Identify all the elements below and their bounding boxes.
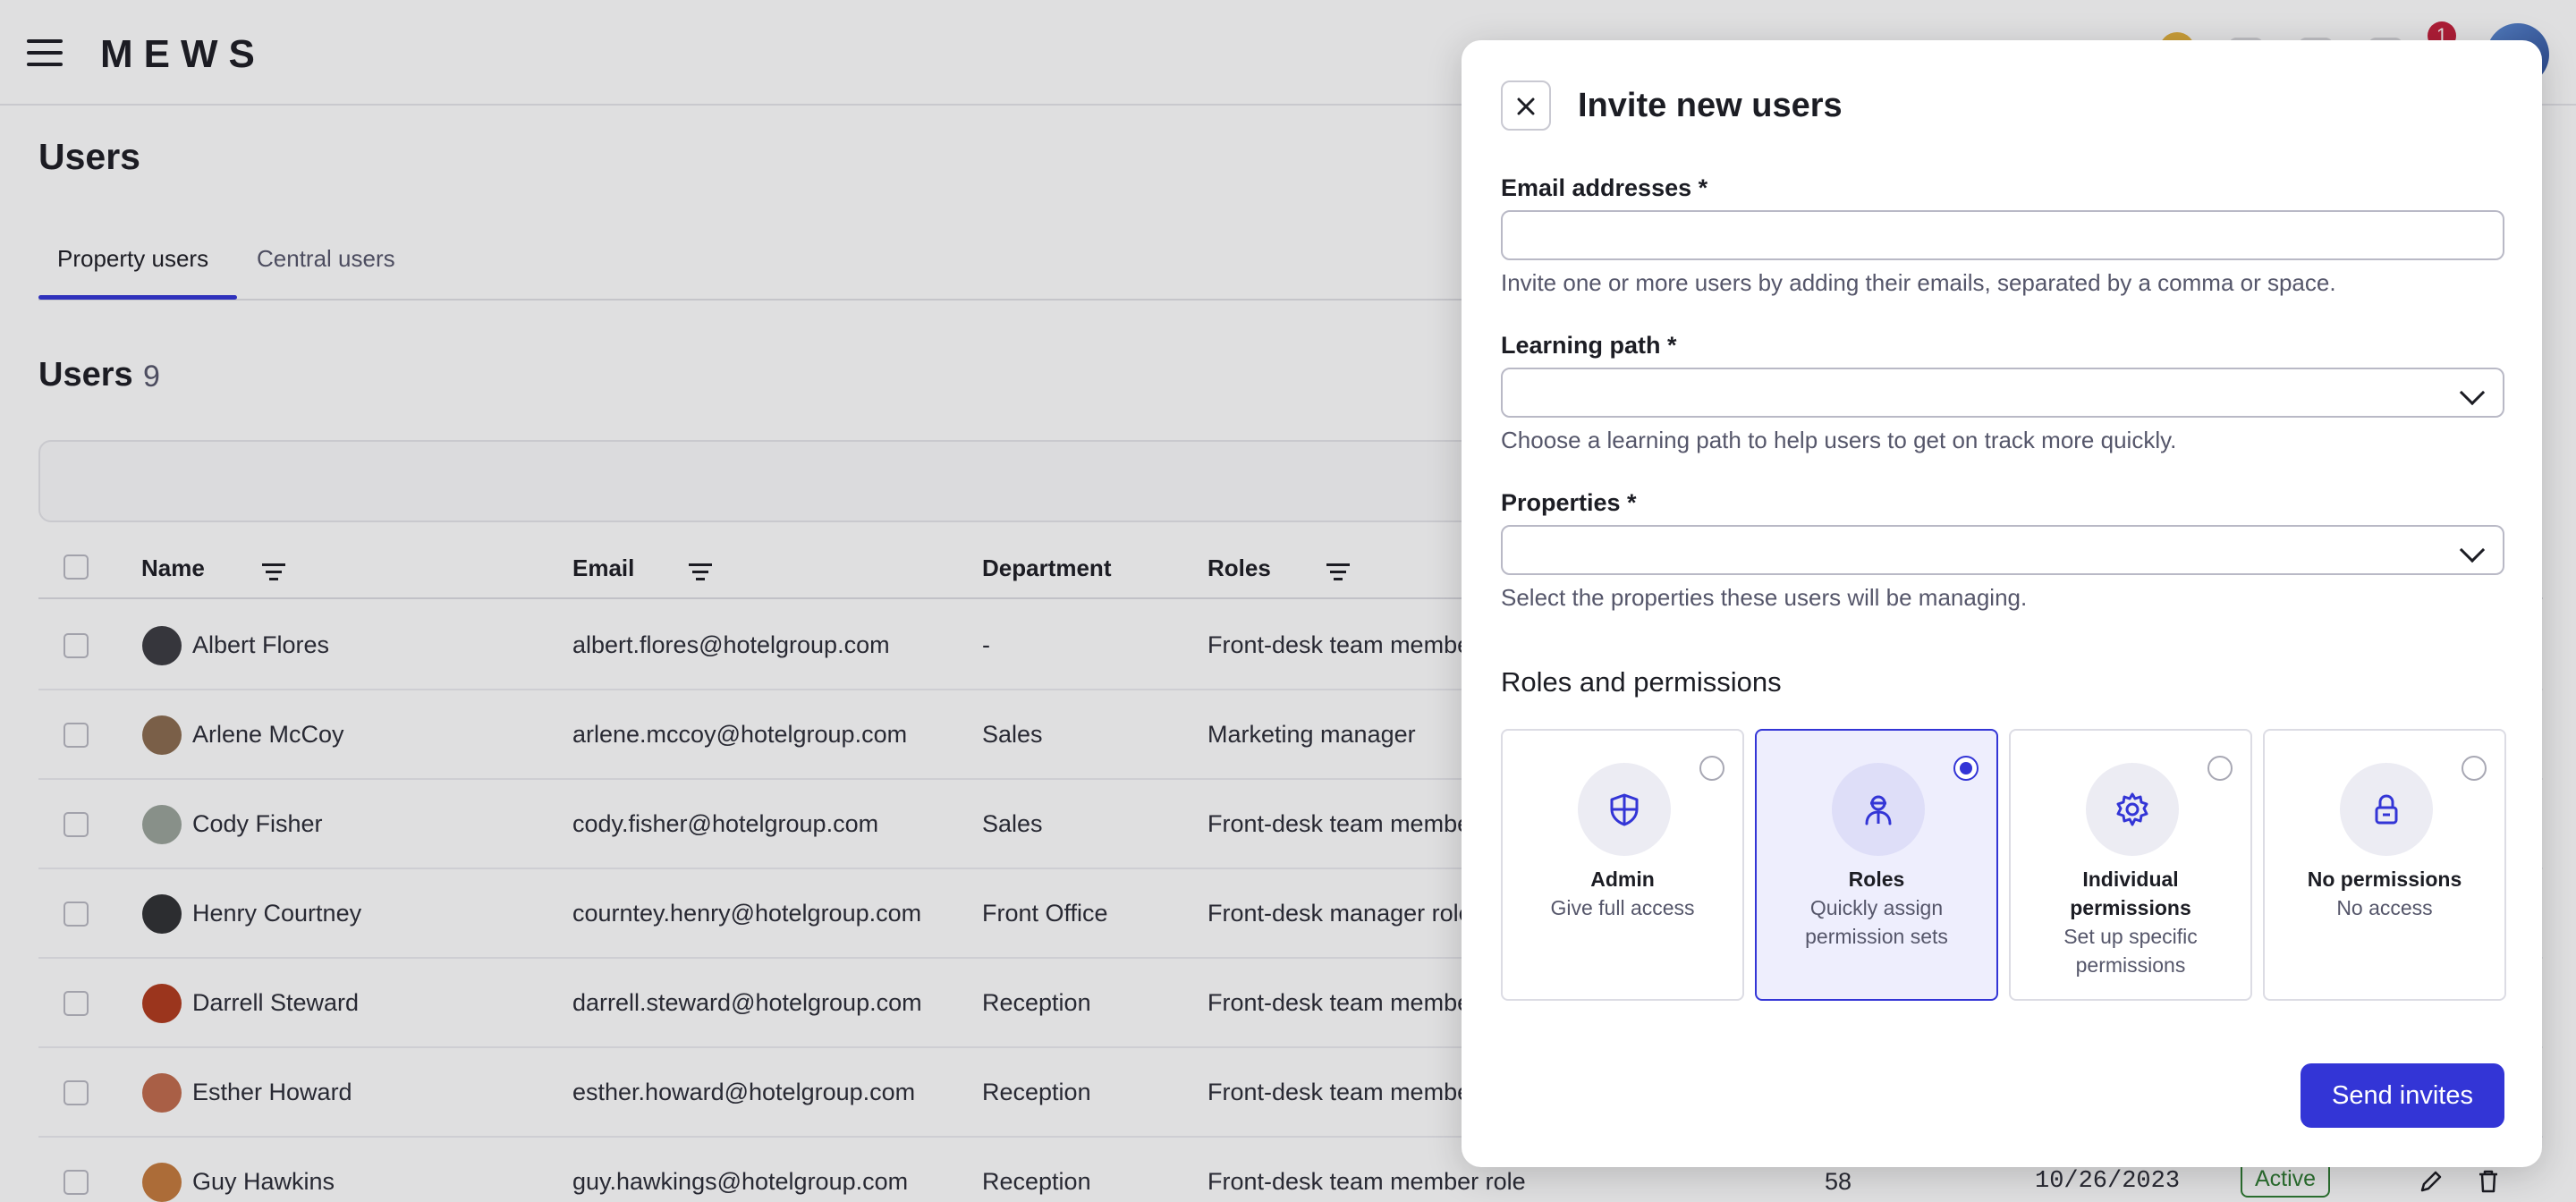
option-title: Individual permissions: [2070, 868, 2191, 919]
email-help-text: Invite one or more users by adding their…: [1501, 269, 2336, 296]
option-description: Quickly assign permission sets: [1805, 896, 1948, 948]
roles-radio[interactable]: [1953, 756, 1979, 781]
send-invites-button[interactable]: Send invites: [2301, 1063, 2504, 1128]
person-icon: [1865, 795, 1892, 825]
option-description: No access: [2336, 896, 2433, 919]
no-permissions-radio[interactable]: [2462, 756, 2487, 781]
option-individual-permissions[interactable]: Individual permissions Set up specific p…: [2009, 729, 2252, 1001]
option-title: Roles: [1848, 868, 1905, 891]
email-label: Email addresses *: [1501, 174, 1708, 201]
learning-path-label: Learning path *: [1501, 332, 1677, 359]
lock-icon: [2375, 794, 2398, 825]
close-button[interactable]: [1501, 80, 1551, 131]
individual-permissions-radio[interactable]: [2207, 756, 2233, 781]
roles-section-title: Roles and permissions: [1501, 666, 1782, 698]
modal-title: Invite new users: [1578, 87, 1843, 124]
properties-help-text: Select the properties these users will b…: [1501, 584, 2028, 611]
chevron-down-icon: [2459, 379, 2486, 406]
chevron-down-icon: [2459, 537, 2486, 563]
shield-icon: [1610, 793, 1639, 826]
properties-label: Properties *: [1501, 489, 1637, 516]
learning-path-help-text: Choose a learning path to help users to …: [1501, 427, 2177, 453]
option-description: Give full access: [1550, 896, 1695, 919]
close-icon: [1517, 97, 1535, 115]
option-roles[interactable]: Roles Quickly assign permission sets: [1755, 729, 1998, 1001]
option-title: Admin: [1590, 868, 1655, 891]
properties-select[interactable]: [1501, 525, 2504, 575]
invite-users-modal: Invite new users Email addresses * Invit…: [1462, 40, 2542, 1167]
email-input[interactable]: [1501, 210, 2504, 260]
option-title: No permissions: [2307, 868, 2462, 891]
option-description: Set up specific permissions: [2063, 925, 2198, 977]
option-no-permissions[interactable]: No permissions No access: [2263, 729, 2506, 1001]
option-admin[interactable]: Admin Give full access: [1501, 729, 1744, 1001]
admin-radio[interactable]: [1699, 756, 1724, 781]
gear-icon: [2116, 792, 2148, 826]
learning-path-select[interactable]: [1501, 368, 2504, 418]
